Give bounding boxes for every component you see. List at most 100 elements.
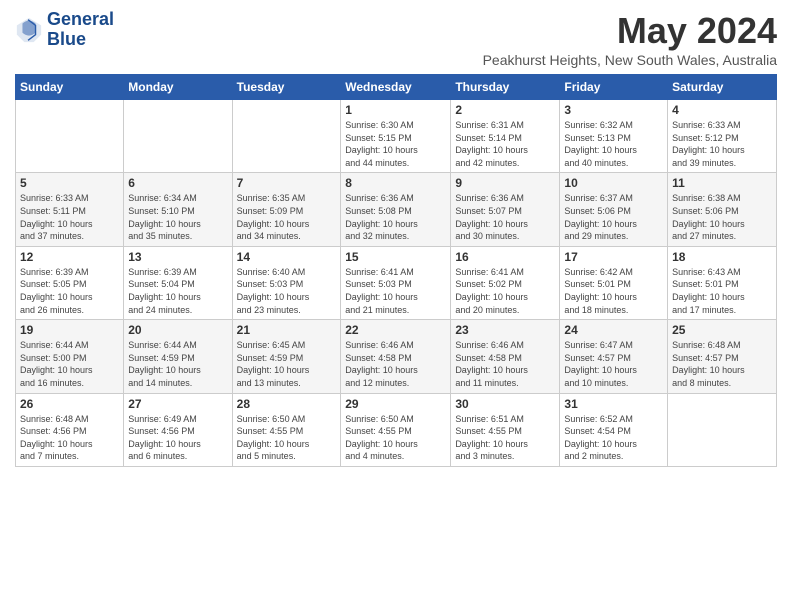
day-info: Sunrise: 6:33 AMSunset: 5:11 PMDaylight:… xyxy=(20,192,119,242)
logo-line1: General xyxy=(47,10,114,30)
day-info: Sunrise: 6:50 AMSunset: 4:55 PMDaylight:… xyxy=(237,413,337,463)
day-info: Sunrise: 6:50 AMSunset: 4:55 PMDaylight:… xyxy=(345,413,446,463)
day-info: Sunrise: 6:49 AMSunset: 4:56 PMDaylight:… xyxy=(128,413,227,463)
calendar-table: Sunday Monday Tuesday Wednesday Thursday… xyxy=(15,74,777,467)
table-row: 20 Sunrise: 6:44 AMSunset: 4:59 PMDayligh… xyxy=(124,320,232,393)
logo-icon xyxy=(15,16,43,44)
day-number: 4 xyxy=(672,103,772,117)
day-info: Sunrise: 6:44 AMSunset: 4:59 PMDaylight:… xyxy=(128,339,227,389)
day-number: 25 xyxy=(672,323,772,337)
table-row: 18 Sunrise: 6:43 AMSunset: 5:01 PMDayligh… xyxy=(668,246,777,319)
day-number: 20 xyxy=(128,323,227,337)
col-saturday: Saturday xyxy=(668,75,777,100)
day-number: 19 xyxy=(20,323,119,337)
table-row: 7 Sunrise: 6:35 AMSunset: 5:09 PMDaylight… xyxy=(232,173,341,246)
table-row: 16Sunrise: 6:41 AMSunset: 5:02 PMDayligh… xyxy=(451,246,560,319)
table-row: 25 Sunrise: 6:48 AMSunset: 4:57 PMDayligh… xyxy=(668,320,777,393)
table-row xyxy=(16,100,124,173)
day-number: 24 xyxy=(564,323,663,337)
day-info: Sunrise: 6:35 AMSunset: 5:09 PMDaylight:… xyxy=(237,192,337,242)
table-row: 1 Sunrise: 6:30 AMSunset: 5:15 PMDaylight… xyxy=(341,100,451,173)
table-row: 28 Sunrise: 6:50 AMSunset: 4:55 PMDayligh… xyxy=(232,393,341,466)
day-number: 15 xyxy=(345,250,446,264)
col-thursday: Thursday xyxy=(451,75,560,100)
table-row: 26 Sunrise: 6:48 AMSunset: 4:56 PMDayligh… xyxy=(16,393,124,466)
day-number: 13 xyxy=(128,250,227,264)
table-row xyxy=(124,100,232,173)
title-block: May 2024 Peakhurst Heights, New South Wa… xyxy=(483,10,777,68)
page-header: General Blue May 2024 Peakhurst Heights,… xyxy=(15,10,777,68)
day-info: Sunrise: 6:36 AMSunset: 5:08 PMDaylight:… xyxy=(345,192,446,242)
day-number: 28 xyxy=(237,397,337,411)
logo: General Blue xyxy=(15,10,114,50)
day-number: 23 xyxy=(455,323,555,337)
table-row: 17 Sunrise: 6:42 AMSunset: 5:01 PMDayligh… xyxy=(560,246,668,319)
day-number: 7 xyxy=(237,176,337,190)
table-row: 24 Sunrise: 6:47 AMSunset: 4:57 PMDayligh… xyxy=(560,320,668,393)
calendar-week-row: 1 Sunrise: 6:30 AMSunset: 5:15 PMDaylight… xyxy=(16,100,777,173)
day-info: Sunrise: 6:46 AMSunset: 4:58 PMDaylight:… xyxy=(345,339,446,389)
location-subtitle: Peakhurst Heights, New South Wales, Aust… xyxy=(483,52,777,68)
col-monday: Monday xyxy=(124,75,232,100)
day-number: 1 xyxy=(345,103,446,117)
table-row xyxy=(232,100,341,173)
day-number: 12 xyxy=(20,250,119,264)
day-number: 27 xyxy=(128,397,227,411)
table-row: 13 Sunrise: 6:39 AMSunset: 5:04 PMDayligh… xyxy=(124,246,232,319)
day-info: Sunrise: 6:40 AMSunset: 5:03 PMDaylight:… xyxy=(237,266,337,316)
table-row: 27 Sunrise: 6:49 AMSunset: 4:56 PMDayligh… xyxy=(124,393,232,466)
day-number: 3 xyxy=(564,103,663,117)
day-number: 14 xyxy=(237,250,337,264)
logo-line2: Blue xyxy=(47,30,114,50)
day-number: 2 xyxy=(455,103,555,117)
day-info: Sunrise: 6:41 AMSunset: 5:02 PMDaylight:… xyxy=(455,266,555,316)
table-row: 23Sunrise: 6:46 AMSunset: 4:58 PMDayligh… xyxy=(451,320,560,393)
day-info: Sunrise: 6:44 AMSunset: 5:00 PMDaylight:… xyxy=(20,339,119,389)
table-row: 31Sunrise: 6:52 AMSunset: 4:54 PMDayligh… xyxy=(560,393,668,466)
table-row: 12 Sunrise: 6:39 AMSunset: 5:05 PMDayligh… xyxy=(16,246,124,319)
table-row: 8 Sunrise: 6:36 AMSunset: 5:08 PMDaylight… xyxy=(341,173,451,246)
day-number: 30 xyxy=(455,397,555,411)
day-number: 26 xyxy=(20,397,119,411)
day-info: Sunrise: 6:30 AMSunset: 5:15 PMDaylight:… xyxy=(345,119,446,169)
day-info: Sunrise: 6:39 AMSunset: 5:05 PMDaylight:… xyxy=(20,266,119,316)
table-row: 15 Sunrise: 6:41 AMSunset: 5:03 PMDayligh… xyxy=(341,246,451,319)
day-number: 17 xyxy=(564,250,663,264)
day-info: Sunrise: 6:47 AMSunset: 4:57 PMDaylight:… xyxy=(564,339,663,389)
table-row: 19 Sunrise: 6:44 AMSunset: 5:00 PMDayligh… xyxy=(16,320,124,393)
day-number: 18 xyxy=(672,250,772,264)
day-info: Sunrise: 6:39 AMSunset: 5:04 PMDaylight:… xyxy=(128,266,227,316)
col-wednesday: Wednesday xyxy=(341,75,451,100)
day-number: 21 xyxy=(237,323,337,337)
day-number: 10 xyxy=(564,176,663,190)
day-number: 29 xyxy=(345,397,446,411)
day-number: 8 xyxy=(345,176,446,190)
table-row: 5 Sunrise: 6:33 AMSunset: 5:11 PMDaylight… xyxy=(16,173,124,246)
day-info: Sunrise: 6:38 AMSunset: 5:06 PMDaylight:… xyxy=(672,192,772,242)
day-info: Sunrise: 6:42 AMSunset: 5:01 PMDaylight:… xyxy=(564,266,663,316)
day-info: Sunrise: 6:37 AMSunset: 5:06 PMDaylight:… xyxy=(564,192,663,242)
table-row xyxy=(668,393,777,466)
day-info: Sunrise: 6:43 AMSunset: 5:01 PMDaylight:… xyxy=(672,266,772,316)
day-info: Sunrise: 6:48 AMSunset: 4:57 PMDaylight:… xyxy=(672,339,772,389)
table-row: 29 Sunrise: 6:50 AMSunset: 4:55 PMDayligh… xyxy=(341,393,451,466)
table-row: 10 Sunrise: 6:37 AMSunset: 5:06 PMDayligh… xyxy=(560,173,668,246)
day-info: Sunrise: 6:45 AMSunset: 4:59 PMDaylight:… xyxy=(237,339,337,389)
day-number: 5 xyxy=(20,176,119,190)
calendar-week-row: 5 Sunrise: 6:33 AMSunset: 5:11 PMDaylight… xyxy=(16,173,777,246)
day-info: Sunrise: 6:33 AMSunset: 5:12 PMDaylight:… xyxy=(672,119,772,169)
day-info: Sunrise: 6:36 AMSunset: 5:07 PMDaylight:… xyxy=(455,192,555,242)
calendar-week-row: 12 Sunrise: 6:39 AMSunset: 5:05 PMDayligh… xyxy=(16,246,777,319)
table-row: 4 Sunrise: 6:33 AMSunset: 5:12 PMDaylight… xyxy=(668,100,777,173)
table-row: 21 Sunrise: 6:45 AMSunset: 4:59 PMDayligh… xyxy=(232,320,341,393)
calendar-week-row: 19 Sunrise: 6:44 AMSunset: 5:00 PMDayligh… xyxy=(16,320,777,393)
day-info: Sunrise: 6:34 AMSunset: 5:10 PMDaylight:… xyxy=(128,192,227,242)
day-info: Sunrise: 6:48 AMSunset: 4:56 PMDaylight:… xyxy=(20,413,119,463)
month-title: May 2024 xyxy=(483,10,777,52)
table-row: 30Sunrise: 6:51 AMSunset: 4:55 PMDayligh… xyxy=(451,393,560,466)
day-number: 11 xyxy=(672,176,772,190)
day-info: Sunrise: 6:41 AMSunset: 5:03 PMDaylight:… xyxy=(345,266,446,316)
table-row: 22Sunrise: 6:46 AMSunset: 4:58 PMDayligh… xyxy=(341,320,451,393)
table-row: 2Sunrise: 6:31 AMSunset: 5:14 PMDaylight… xyxy=(451,100,560,173)
col-tuesday: Tuesday xyxy=(232,75,341,100)
